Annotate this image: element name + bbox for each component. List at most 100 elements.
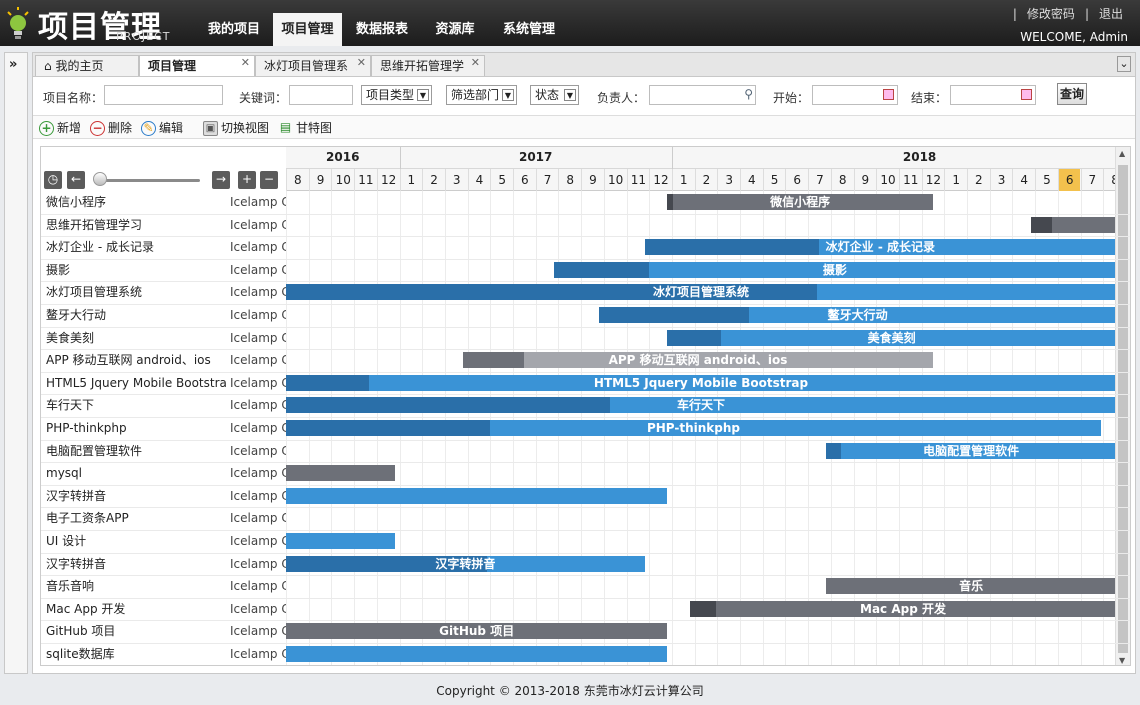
gantt-bar[interactable]: 冰灯项目管理系统 (286, 284, 1116, 301)
task-owner: Icelamp Ch (230, 353, 286, 368)
nav-project-management[interactable]: 项目管理 (273, 13, 342, 46)
edit-button[interactable]: ✎ 编辑 (141, 120, 183, 136)
task-name[interactable]: sqlite数据库 (46, 643, 226, 665)
task-name[interactable]: HTML5 Jquery Mobile Bootstrap (46, 372, 226, 394)
month-label: 12 (376, 169, 400, 191)
gantt-bar[interactable]: PHP-thinkphp (286, 420, 1101, 436)
task-name[interactable]: UI 设计 (46, 530, 226, 552)
task-name[interactable]: 汉字转拼音 (46, 553, 226, 575)
task-owner: Icelamp Ch (230, 466, 286, 481)
task-name[interactable]: 冰灯企业 - 成长记录 (46, 236, 226, 258)
month-label: 6 (785, 169, 808, 191)
gantt-bar[interactable]: GitHub 项目 (286, 623, 668, 640)
scroll-down-icon[interactable]: ▼ (1119, 656, 1125, 665)
close-icon[interactable]: ✕ (241, 53, 250, 73)
year-divider (399, 147, 401, 169)
scrollbar-thumb[interactable] (1118, 165, 1128, 653)
calendar-icon[interactable] (883, 89, 894, 100)
start-date-input[interactable] (812, 85, 898, 105)
task-name[interactable]: 鳌牙大行动 (46, 304, 226, 326)
month-label: 10 (331, 169, 354, 191)
project-type-select[interactable]: 项目类型 ▼ (361, 85, 432, 105)
gantt-bar[interactable]: 电脑配置管理软件 (826, 442, 1116, 459)
logout-link[interactable]: 退出 (1099, 7, 1123, 21)
task-name[interactable]: GitHub 项目 (46, 620, 226, 642)
delete-button[interactable]: − 删除 (90, 120, 132, 136)
tab-bar: ⌂ 我的主页 项目管理 ✕ 冰灯项目管理系 ✕ 思维开拓管理学 ✕ ⌄ (32, 52, 1136, 77)
end-date-input[interactable] (950, 85, 1036, 105)
month-label: 6 (1057, 169, 1081, 191)
gantt-bar[interactable] (286, 487, 668, 504)
chevron-down-icon[interactable]: ⌄ (1117, 56, 1131, 72)
task-name[interactable]: 电脑配置管理软件 (46, 440, 226, 462)
gantt-bar[interactable]: 鳌牙大行动 (599, 307, 1116, 323)
department-select[interactable]: 筛选部门 ▼ (446, 85, 517, 105)
gantt-bar[interactable] (286, 533, 395, 549)
search-icon[interactable]: ⚲ (744, 87, 753, 101)
gantt-bar[interactable]: APP 移动互联网 android、ios (463, 352, 933, 369)
tab-icelamp-system[interactable]: 冰灯项目管理系 ✕ (255, 55, 371, 77)
month-label: 12 (649, 169, 672, 191)
gantt-bar[interactable]: HTML5 Jquery Mobile Bootstrap (286, 374, 1116, 391)
gantt-bar[interactable]: 车行天下 (286, 397, 1116, 414)
footer-copyright: Copyright © 2013-2018 东莞市冰灯云计算公司 (436, 684, 704, 698)
tab-project-management[interactable]: 项目管理 ✕ (139, 55, 255, 77)
nav-resources[interactable]: 资源库 (426, 0, 484, 46)
scroll-up-icon[interactable]: ▲ (1119, 149, 1125, 158)
row-divider (41, 394, 1130, 396)
add-button[interactable]: + 新增 (39, 120, 81, 136)
tab-home[interactable]: ⌂ 我的主页 (35, 55, 139, 77)
task-name[interactable]: 摄影 (46, 259, 226, 281)
owner-input[interactable]: ⚲ (649, 85, 756, 105)
gantt-bar-label: 电脑配置管理软件 (923, 443, 1020, 458)
task-name[interactable]: Mac App 开发 (46, 598, 226, 620)
gantt-bar-progress (286, 374, 369, 391)
owner-label: 负责人： (597, 91, 646, 105)
switch-view-button[interactable]: ▣ 切换视图 (203, 120, 269, 136)
task-name[interactable]: 微信小程序 (46, 191, 226, 213)
nav-my-projects[interactable]: 我的项目 (198, 0, 270, 46)
gantt-bar-progress (286, 420, 490, 436)
task-name[interactable]: PHP-thinkphp (46, 417, 226, 439)
nav-reports[interactable]: 数据报表 (346, 0, 418, 46)
nav-system[interactable]: 系统管理 (493, 0, 565, 46)
select-value: 筛选部门 (451, 88, 500, 102)
month-label: 11 (898, 169, 922, 191)
close-icon[interactable]: ✕ (471, 53, 480, 73)
row-divider (41, 349, 1130, 351)
gantt-bar[interactable]: 冰灯企业 - 成长记录 (644, 239, 1116, 256)
gantt-bar[interactable] (286, 465, 395, 482)
chevron-down-icon: ▼ (564, 89, 576, 101)
gantt-bar[interactable]: 音乐 (826, 578, 1116, 595)
gantt-bar[interactable]: 汉字转拼音 (286, 555, 645, 572)
task-owner: Icelamp Ch (230, 534, 286, 548)
gantt-bar[interactable]: 微信小程序 (667, 194, 933, 210)
task-name[interactable]: 冰灯项目管理系统 (46, 281, 226, 303)
status-select[interactable]: 状态 ▼ (530, 85, 579, 105)
task-name[interactable]: 音乐音响 (46, 575, 226, 597)
gantt-bar[interactable] (286, 646, 668, 662)
double-chevron-right-icon[interactable]: » (9, 57, 17, 72)
close-icon[interactable]: ✕ (357, 53, 366, 73)
task-owner: Icelamp Ch (230, 488, 286, 503)
change-password-link[interactable]: 修改密码 (1027, 7, 1075, 21)
query-button[interactable]: 查询 (1057, 83, 1087, 105)
gantt-bar[interactable]: Mac App 开发 (690, 600, 1116, 617)
gantt-bar[interactable]: 摄影 (553, 261, 1116, 278)
gantt-button[interactable]: ▤ 甘特图 (278, 120, 332, 136)
task-name[interactable]: mysql (46, 462, 226, 484)
task-name[interactable]: 思维开拓管理学习 (46, 214, 226, 236)
row-divider (41, 439, 1130, 441)
task-name[interactable]: 美食美刻 (46, 327, 226, 349)
calendar-icon[interactable] (1021, 89, 1032, 100)
keyword-input[interactable] (289, 85, 353, 105)
chevron-down-icon: ▼ (417, 89, 429, 101)
gantt-bar[interactable] (1030, 216, 1116, 233)
task-name[interactable]: 电子工资条APP (46, 507, 226, 529)
gantt-bar[interactable]: 美食美刻 (667, 329, 1116, 346)
project-name-input[interactable] (104, 85, 223, 105)
tab-thinking[interactable]: 思维开拓管理学 ✕ (371, 55, 485, 77)
task-name[interactable]: APP 移动互联网 android、ios (46, 349, 226, 371)
task-name[interactable]: 车行天下 (46, 394, 226, 416)
task-name[interactable]: 汉字转拼音 (46, 485, 226, 507)
